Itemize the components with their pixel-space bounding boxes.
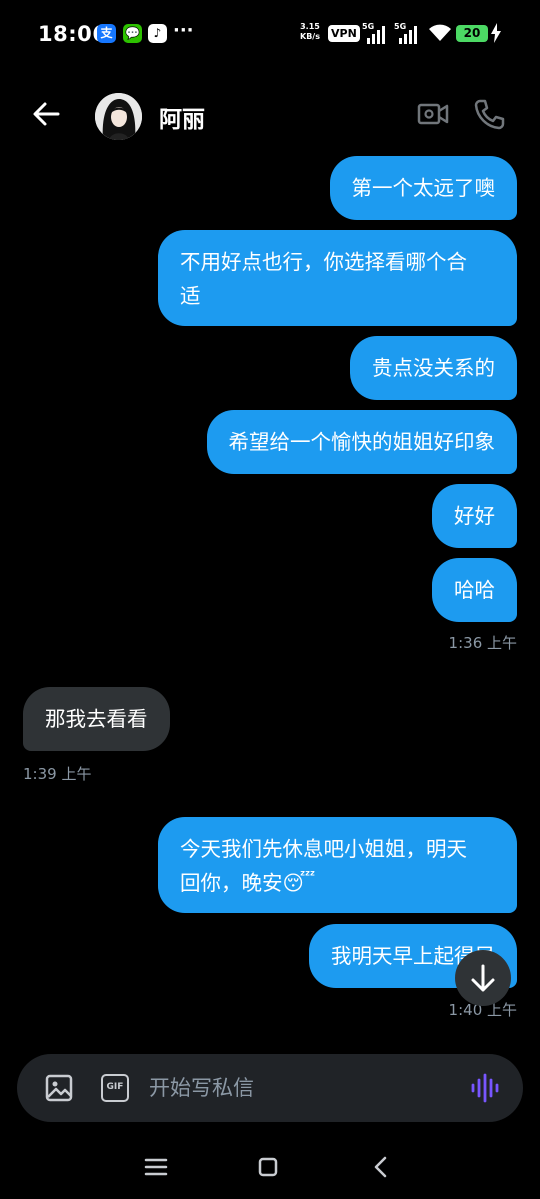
gif-button[interactable]: GIF xyxy=(101,1074,129,1102)
battery-icon: 20 xyxy=(456,25,488,42)
network-type-label: 5G xyxy=(362,22,375,31)
voice-message-icon[interactable] xyxy=(469,1072,501,1104)
image-icon[interactable] xyxy=(44,1073,74,1103)
charging-icon xyxy=(491,23,501,43)
message-text: 贵点没关系的 xyxy=(372,356,495,380)
message-text: 适 xyxy=(180,284,201,308)
message-text: 那我去看看 xyxy=(45,707,148,731)
message-bubble-outgoing[interactable]: 好好 xyxy=(432,484,517,548)
message-text: 哈哈 xyxy=(454,578,495,602)
system-navigation-bar xyxy=(0,1140,540,1199)
avatar-image xyxy=(95,93,142,140)
back-icon[interactable] xyxy=(366,1152,396,1182)
message-bubble-outgoing[interactable]: 希望给一个愉快的姐姐好印象 xyxy=(206,410,517,474)
message-text: 今天我们先休息吧小姐姐，明天 xyxy=(180,837,467,861)
arrow-down-icon xyxy=(471,964,495,992)
network-speed-value: 3.15 xyxy=(300,22,320,31)
message-composer: GIF xyxy=(17,1054,523,1122)
message-text: 第一个太远了噢 xyxy=(351,176,496,200)
message-timestamp: 1:36 上午 xyxy=(448,634,517,652)
alipay-icon: 支 xyxy=(97,24,116,43)
back-arrow-icon[interactable] xyxy=(30,98,62,130)
message-input[interactable] xyxy=(149,1068,449,1108)
tiktok-icon: ♪ xyxy=(148,24,167,43)
avatar[interactable] xyxy=(95,93,142,140)
wifi-icon xyxy=(429,24,451,41)
message-text: 好好 xyxy=(454,504,495,528)
message-app-icon: 💬 xyxy=(123,24,142,43)
message-text: 希望给一个愉快的姐姐好印象 xyxy=(228,430,496,454)
message-bubble-outgoing[interactable]: 今天我们先休息吧小姐姐，明天 回你，晚安😴 xyxy=(158,817,517,913)
network-type-label: 5G xyxy=(394,22,407,31)
message-bubble-outgoing[interactable]: 不用好点也行，你选择看哪个合 适 xyxy=(158,230,517,326)
chat-header: 阿丽 xyxy=(0,80,540,150)
message-bubble-outgoing[interactable]: 贵点没关系的 xyxy=(350,336,517,400)
scroll-to-bottom-button[interactable] xyxy=(455,950,511,1006)
message-timestamp: 1:39 上午 xyxy=(23,765,92,783)
phone-call-icon[interactable] xyxy=(472,97,506,131)
more-notifications-icon: ··· xyxy=(173,20,194,41)
home-icon[interactable] xyxy=(253,1152,283,1182)
status-bar: 18:06 支 💬 ♪ ··· 3.15 KB/s VPN 5G 5G 20 xyxy=(0,0,540,68)
menu-icon[interactable] xyxy=(141,1152,171,1182)
network-speed: 3.15 KB/s xyxy=(300,22,320,42)
message-bubble-incoming[interactable]: 那我去看看 xyxy=(23,687,170,751)
network-speed-unit: KB/s xyxy=(300,32,320,41)
message-bubble-outgoing[interactable]: 第一个太远了噢 xyxy=(329,156,517,220)
vpn-badge: VPN xyxy=(328,25,360,42)
message-bubble-outgoing[interactable]: 哈哈 xyxy=(432,558,517,622)
message-text: 回你，晚安😴 xyxy=(180,871,316,895)
video-call-icon[interactable] xyxy=(416,98,450,130)
contact-name[interactable]: 阿丽 xyxy=(159,100,205,134)
signal-icon: 5G xyxy=(362,22,386,44)
signal-icon: 5G xyxy=(394,22,418,44)
message-text: 不用好点也行，你选择看哪个合 xyxy=(180,250,467,274)
